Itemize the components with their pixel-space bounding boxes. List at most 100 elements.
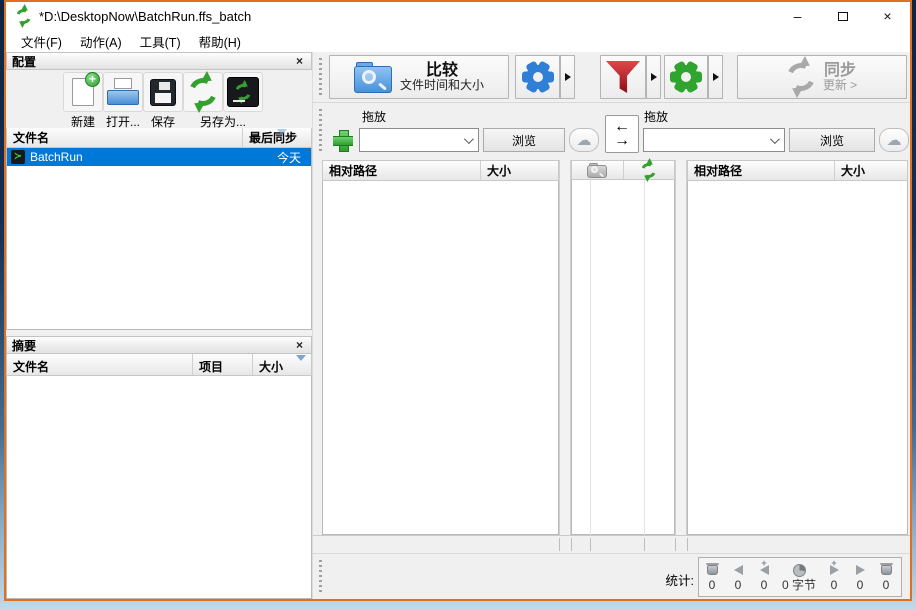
save-as-button[interactable] (184, 73, 222, 111)
sync-settings-button[interactable] (664, 55, 708, 99)
right-folder-path-input[interactable] (644, 133, 770, 147)
left-grid-scrollbar[interactable] (559, 160, 571, 535)
app-window: *D:\DesktopNow\BatchRun.ffs_batch – × 文件… (4, 0, 912, 601)
open-config-button[interactable] (104, 73, 142, 111)
middle-sync-button[interactable] (624, 161, 675, 179)
compare-button[interactable]: 比较 文件时间和大小 (329, 55, 509, 99)
statistics-bar: 统计: 0 0 + 0 0 字 (313, 553, 910, 599)
toolbar-grip[interactable] (319, 58, 322, 96)
summary-col-size[interactable]: 大小 (253, 354, 311, 375)
maximize-button[interactable] (820, 2, 865, 30)
summary-panel-caption: 摘要 × (6, 336, 312, 354)
right-folder-combobox[interactable] (643, 128, 785, 152)
left-browse-button[interactable]: 浏览 (483, 128, 565, 152)
compare-label: 比较 (400, 62, 484, 79)
summary-list-header: 文件名 项目 大小 (6, 354, 312, 376)
plus-badge-icon: + (831, 558, 836, 568)
middle-grid-body[interactable] (571, 180, 675, 535)
config-panel-title: 配置 (12, 53, 36, 70)
config-sidebar: 配置 × + (6, 52, 312, 599)
dropdown-arrow-icon (651, 73, 657, 81)
left-grid-col-size[interactable]: 大小 (481, 161, 558, 180)
stat-update-right: 0 (847, 558, 873, 596)
window-title: *D:\DesktopNow\BatchRun.ffs_batch (39, 9, 775, 24)
menu-help[interactable]: 帮助(H) (190, 30, 250, 53)
sync-arrows-icon (641, 163, 656, 178)
menu-tools[interactable]: 工具(T) (131, 30, 190, 53)
swap-sides-button[interactable]: ← → (605, 115, 639, 153)
new-config-button[interactable]: + (64, 73, 102, 111)
close-button[interactable]: × (865, 2, 910, 30)
dropdown-arrow-icon (565, 73, 571, 81)
config-col-lastsync[interactable]: 最后同步 (243, 128, 311, 147)
new-document-icon: + (72, 78, 94, 106)
synchronize-button[interactable]: 同步 更新 > (737, 55, 907, 99)
right-grid-col-size[interactable]: 大小 (835, 161, 907, 180)
right-grid-scrollbar[interactable] (675, 160, 687, 535)
sort-desc-icon (296, 355, 306, 361)
config-panel-caption: 配置 × (6, 52, 312, 70)
stat-update-left: 0 (725, 558, 751, 596)
stat-create-left: + 0 (751, 558, 777, 596)
left-grid-body[interactable] (322, 181, 559, 535)
maximize-icon (838, 12, 848, 21)
folder-row-grip[interactable] (319, 109, 322, 154)
file-grid-area: 相对路径 大小 (313, 160, 910, 535)
main-toolbar: 比较 文件时间和大小 (313, 52, 910, 102)
open-folder-icon (107, 78, 139, 106)
right-browse-button[interactable]: 浏览 (789, 128, 875, 152)
dropdown-arrow-icon (713, 73, 719, 81)
right-grid-body[interactable] (687, 181, 908, 535)
statistics-bar-grip[interactable] (319, 560, 322, 593)
summary-panel-close-icon[interactable]: × (293, 338, 306, 352)
menu-file[interactable]: 文件(F) (12, 30, 71, 53)
minimize-button[interactable]: – (775, 2, 820, 30)
summary-col-filename[interactable]: 文件名 (7, 354, 193, 375)
cloud-icon: ☁ (577, 131, 592, 149)
combo-chevron-icon (464, 134, 474, 144)
config-row-batchrun[interactable]: ≻ BatchRun 今天 (7, 148, 311, 166)
save-config-button[interactable] (144, 73, 182, 111)
left-grid-col-path[interactable]: 相对路径 (323, 161, 481, 180)
combo-chevron-icon (770, 134, 780, 144)
sync-settings-gear-icon (669, 60, 703, 94)
middle-view-filter-button[interactable] (572, 161, 624, 179)
sync-settings-dropdown-button[interactable] (708, 55, 723, 99)
summary-col-items[interactable]: 项目 (193, 354, 253, 375)
stat-delete-right: 0 (873, 558, 899, 596)
filter-dropdown-button[interactable] (646, 55, 661, 99)
comparison-settings-button[interactable] (515, 55, 560, 99)
delete-right-icon (881, 565, 892, 575)
summary-panel-title: 摘要 (12, 337, 36, 354)
synchronize-icon (787, 63, 815, 91)
config-col-filename[interactable]: 文件名 (7, 128, 243, 147)
save-as-batch-button[interactable] (224, 73, 262, 111)
left-folder-path-input[interactable] (360, 133, 464, 147)
right-cloud-button[interactable]: ☁ (879, 128, 909, 152)
add-folder-pair-button[interactable] (332, 129, 354, 151)
left-folder-combobox[interactable] (359, 128, 479, 152)
config-list[interactable]: ≻ BatchRun 今天 (6, 148, 312, 330)
compare-variant-label: 文件时间和大小 (400, 79, 484, 92)
save-as-sync-icon (189, 78, 217, 106)
right-grid-col-path[interactable]: 相对路径 (688, 161, 835, 180)
titlebar: *D:\DesktopNow\BatchRun.ffs_batch – × (6, 2, 910, 30)
compare-preview-icon (587, 162, 607, 178)
left-drop-label: 拖放 (362, 108, 386, 125)
left-cloud-button[interactable]: ☁ (569, 128, 599, 152)
config-list-header: 文件名 最后同步 (6, 128, 312, 148)
statistics-box: 0 0 + 0 0 字节 + (698, 557, 902, 597)
folder-pair-row: 拖放 浏览 ☁ ← → 拖放 浏览 ☁ (313, 102, 910, 160)
comparison-settings-dropdown-button[interactable] (560, 55, 575, 99)
filter-funnel-icon (606, 61, 640, 93)
data-pie-icon (793, 564, 806, 577)
cloud-icon: ☁ (887, 131, 902, 149)
comparison-settings-gear-icon (521, 60, 555, 94)
menu-actions[interactable]: 动作(A) (71, 30, 131, 53)
filter-settings-button[interactable] (600, 55, 646, 99)
swap-right-arrow-icon: → (614, 134, 630, 148)
right-drop-label: 拖放 (644, 108, 668, 125)
config-panel-close-icon[interactable]: × (293, 54, 306, 68)
summary-list[interactable] (6, 376, 312, 599)
synchronize-label: 同步 (823, 62, 857, 79)
